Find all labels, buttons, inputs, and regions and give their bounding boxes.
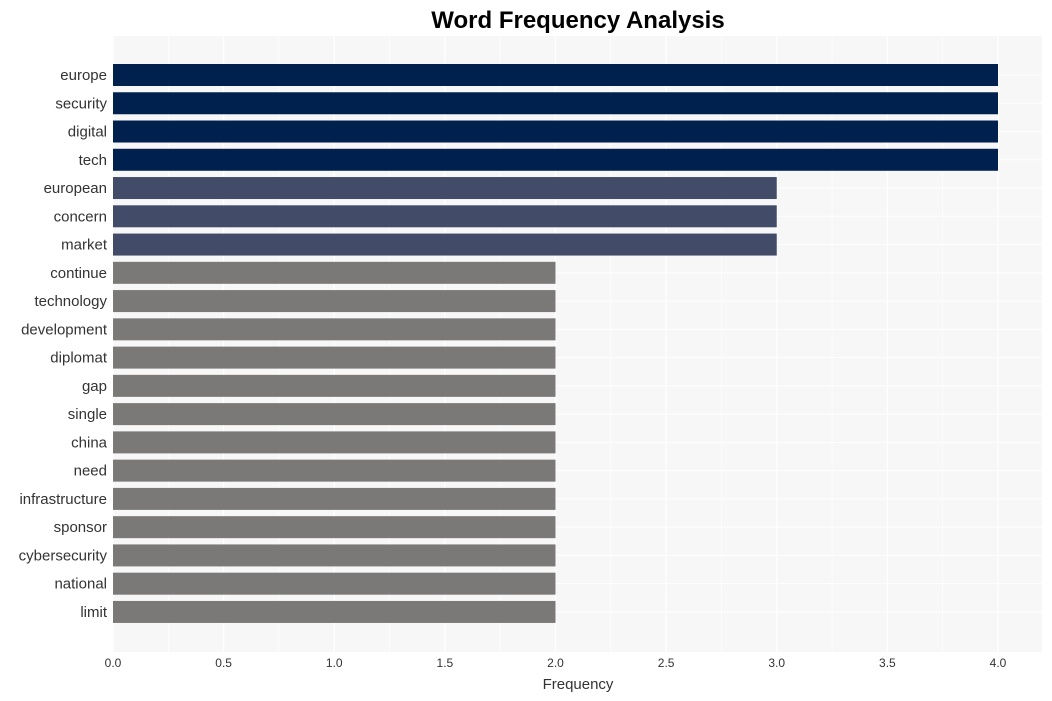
y-label-continue: continue [50, 265, 107, 282]
y-label-concern: concern [54, 208, 107, 225]
x-tick-label: 4.0 [990, 656, 1007, 670]
y-label-security: security [55, 95, 107, 112]
bar-gap [113, 374, 556, 397]
bar-digital [113, 120, 998, 143]
x-tick-label: 2.5 [658, 656, 675, 670]
y-label-need: need [74, 463, 107, 480]
x-tick-label: 0.5 [215, 656, 232, 670]
x-tick-label: 3.5 [879, 656, 896, 670]
y-label-national: national [54, 576, 107, 593]
y-label-european: european [44, 180, 107, 197]
bar-concern [113, 205, 777, 228]
bar-european [113, 177, 777, 200]
x-tick-label: 1.0 [326, 656, 343, 670]
y-label-tech: tech [79, 152, 107, 169]
x-tick-label: 0.0 [105, 656, 122, 670]
x-tick-labels: 0.0 0.5 1.0 1.5 2.0 2.5 3.0 3.5 4.0 [105, 656, 1007, 670]
bar-cybersecurity [113, 544, 556, 567]
y-label-market: market [61, 237, 108, 254]
y-label-sponsor: sponsor [54, 519, 107, 536]
x-axis-label: Frequency [543, 676, 614, 693]
chart-title: Word Frequency Analysis [431, 7, 724, 34]
bar-sponsor [113, 516, 556, 539]
bar-china [113, 431, 556, 454]
x-tick-label: 3.0 [768, 656, 785, 670]
bar-continue [113, 261, 556, 284]
bar-development [113, 318, 556, 341]
y-tick-labels: europe security digital tech european concern… [19, 67, 108, 621]
bar-technology [113, 290, 556, 313]
y-label-technology: technology [34, 293, 107, 310]
bar-diplomat [113, 346, 556, 369]
y-label-limit: limit [80, 604, 107, 621]
bar-infrastructure [113, 487, 556, 510]
y-label-cybersecurity: cybersecurity [19, 547, 108, 564]
word-frequency-chart: Word Frequency Analysis europe security di… [19, 7, 1042, 693]
bar-national [113, 572, 556, 595]
y-label-diplomat: diplomat [50, 350, 108, 367]
x-tick-label: 2.0 [547, 656, 564, 670]
bar-security [113, 92, 998, 115]
y-label-infrastructure: infrastructure [19, 491, 107, 508]
y-label-development: development [21, 321, 108, 338]
y-label-digital: digital [68, 124, 107, 141]
bar-single [113, 403, 556, 426]
bar-tech [113, 148, 998, 171]
y-label-gap: gap [82, 378, 107, 395]
bar-europe [113, 64, 998, 86]
bar-limit [113, 600, 556, 623]
bar-need [113, 459, 556, 482]
y-label-china: china [71, 434, 108, 451]
bar-market [113, 233, 777, 256]
y-label-single: single [68, 406, 107, 423]
x-tick-label: 1.5 [437, 656, 454, 670]
y-label-europe: europe [60, 67, 107, 84]
